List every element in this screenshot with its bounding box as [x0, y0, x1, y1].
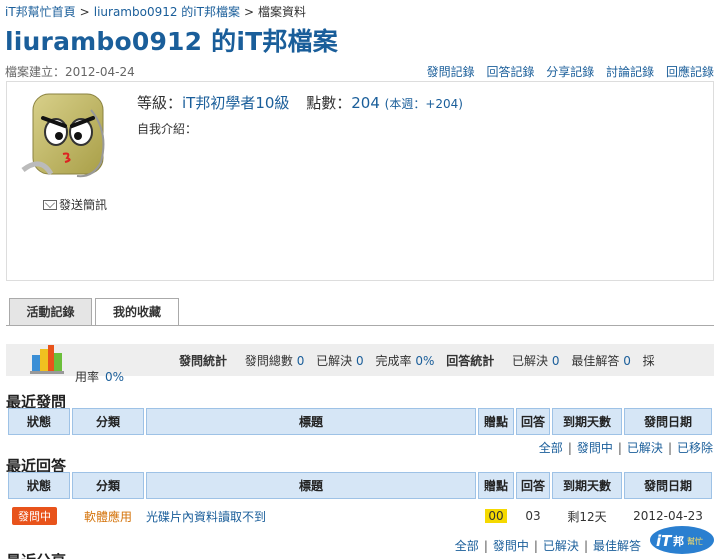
col-answers[interactable]: 回答: [516, 408, 550, 435]
question-title-link[interactable]: 光碟片內資料讀取不到: [146, 510, 266, 524]
completion-value: 0%: [415, 354, 435, 368]
filter-divider: |: [583, 539, 588, 553]
answer-solved-label: 已解決: [512, 354, 549, 368]
col-answers[interactable]: 回答: [516, 472, 550, 499]
tab-favorites[interactable]: 我的收藏: [95, 298, 179, 326]
filter-divider: |: [567, 441, 572, 455]
breadcrumb: iT邦幫忙首頁 > liurambo0912 的iT邦檔案 > 檔案資料: [5, 3, 306, 20]
col-category[interactable]: 分類: [72, 408, 144, 435]
filter-solved[interactable]: 已解決: [627, 441, 663, 455]
recent-questions-table: 狀態 分類 標題 贈點 回答 到期天數 發問日期: [6, 408, 714, 435]
ask-solved-label: 已解決: [316, 354, 353, 368]
points-value: 00: [485, 509, 507, 523]
col-title[interactable]: 標題: [146, 408, 476, 435]
svg-text:iT: iT: [656, 532, 673, 550]
breadcrumb-home-link[interactable]: iT邦幫忙首頁: [5, 5, 76, 19]
ask-total-value: 0: [296, 354, 305, 368]
breadcrumb-separator: >: [79, 5, 90, 19]
ask-records-link[interactable]: 發問記錄: [427, 65, 475, 79]
adopt-rate-label-end: 用率: [75, 370, 100, 384]
tab-activity[interactable]: 活動記錄: [9, 298, 92, 325]
col-date[interactable]: 發問日期: [624, 408, 712, 435]
recent-answers-table: 狀態 分類 標題 贈點 回答 到期天數 發問日期 發問中 軟體應用 光碟片內資料…: [6, 472, 714, 533]
breadcrumb-current: 檔案資料: [258, 5, 307, 19]
filter-divider: |: [483, 539, 488, 553]
filter-divider: |: [533, 539, 538, 553]
expires-value: 剩12天: [567, 509, 607, 524]
col-points[interactable]: 贈點: [478, 472, 514, 499]
answer-count: 03: [525, 509, 541, 523]
best-answer-value: 0: [623, 354, 631, 368]
recent-shares-title: 最近分享: [6, 550, 66, 559]
best-answer-label: 最佳解答: [571, 354, 620, 368]
stats-summary: 發問統計 發問總數 0 已解決 0 完成率 0% 回答統計 已解決 0 最佳解答…: [179, 352, 655, 369]
questions-filter: 全部 | 發問中 | 已解決 | 已移除: [539, 439, 713, 456]
breadcrumb-profile-link[interactable]: liurambo0912 的iT邦檔案: [94, 5, 240, 19]
send-message-label: 發送簡訊: [59, 198, 108, 212]
send-message-link[interactable]: 發送簡訊: [43, 196, 107, 213]
filter-best-answer[interactable]: 最佳解答: [593, 539, 641, 553]
discussion-records-link[interactable]: 討論記錄: [606, 65, 654, 79]
adopt-rate-value: 0%: [105, 370, 125, 384]
table-header-row: 狀態 分類 標題 贈點 回答 到期天數 發問日期: [8, 472, 712, 499]
avatar: [21, 93, 105, 178]
profile-created-date: 檔案建立：2012-04-24: [5, 65, 135, 79]
svg-text:邦: 邦: [673, 534, 684, 548]
ask-stats-title: 發問統計: [179, 354, 228, 368]
col-status[interactable]: 狀態: [8, 408, 70, 435]
col-title[interactable]: 標題: [146, 472, 476, 499]
answers-filter: 全部 | 發問中 | 已解決 | 最佳解答: [455, 537, 641, 554]
filter-open[interactable]: 發問中: [577, 441, 613, 455]
svg-text:幫忙: 幫忙: [687, 536, 703, 546]
self-intro-label: 自我介紹：: [137, 122, 198, 136]
stats-chart-icon: [30, 345, 64, 374]
reply-records-link[interactable]: 回應記錄: [666, 65, 714, 79]
envelope-icon: [43, 200, 57, 210]
share-records-link[interactable]: 分享記錄: [546, 65, 594, 79]
page-title: liurambo0912 的iT邦檔案: [5, 27, 338, 56]
points-label: 點數：: [306, 94, 352, 112]
category-link[interactable]: 軟體應用: [84, 510, 132, 524]
col-status[interactable]: 狀態: [8, 472, 70, 499]
filter-all[interactable]: 全部: [539, 441, 563, 455]
ask-solved-value: 0: [356, 354, 364, 368]
col-expires[interactable]: 到期天數: [552, 472, 622, 499]
tab-divider: [6, 325, 714, 326]
col-category[interactable]: 分類: [72, 472, 144, 499]
filter-divider: |: [667, 441, 672, 455]
table-row[interactable]: 發問中 軟體應用 光碟片內資料讀取不到 00 03 剩12天 2012-04-2…: [8, 499, 712, 533]
points-value: 204: [351, 94, 380, 112]
status-badge: 發問中: [12, 507, 57, 525]
col-expires[interactable]: 到期天數: [552, 408, 622, 435]
adopt-rate-label-start: 採: [642, 354, 655, 368]
filter-solved[interactable]: 已解決: [543, 539, 579, 553]
ithome-logo[interactable]: iT 邦 幫忙: [649, 525, 715, 555]
filter-all[interactable]: 全部: [455, 539, 479, 553]
answer-stats-title: 回答統計: [446, 354, 495, 368]
level-label: 等級：: [137, 94, 183, 112]
filter-divider: |: [617, 441, 622, 455]
ask-total-label: 發問總數: [244, 354, 293, 368]
answer-records-link[interactable]: 回答記錄: [486, 65, 534, 79]
week-points: (本週：+204): [384, 97, 463, 111]
level-value: iT邦初學者10級: [182, 94, 290, 112]
filter-removed[interactable]: 已移除: [677, 441, 713, 455]
adopt-rate-line: 用率 0%: [75, 368, 124, 385]
table-header-row: 狀態 分類 標題 贈點 回答 到期天數 發問日期: [8, 408, 712, 435]
col-date[interactable]: 發問日期: [624, 472, 712, 499]
record-links: 發問記錄 回答記錄 分享記錄 討論記錄 回應記錄: [419, 63, 714, 80]
level-points-line: 等級：iT邦初學者10級 點數：204 (本週：+204): [137, 92, 463, 113]
col-points[interactable]: 贈點: [478, 408, 514, 435]
answer-solved-value: 0: [551, 354, 560, 368]
breadcrumb-separator: >: [243, 5, 255, 19]
completion-label: 完成率: [375, 354, 412, 368]
filter-open[interactable]: 發問中: [493, 539, 529, 553]
profile-card: 發送簡訊 等級：iT邦初學者10級 點數：204 (本週：+204) 自我介紹：: [6, 81, 714, 281]
